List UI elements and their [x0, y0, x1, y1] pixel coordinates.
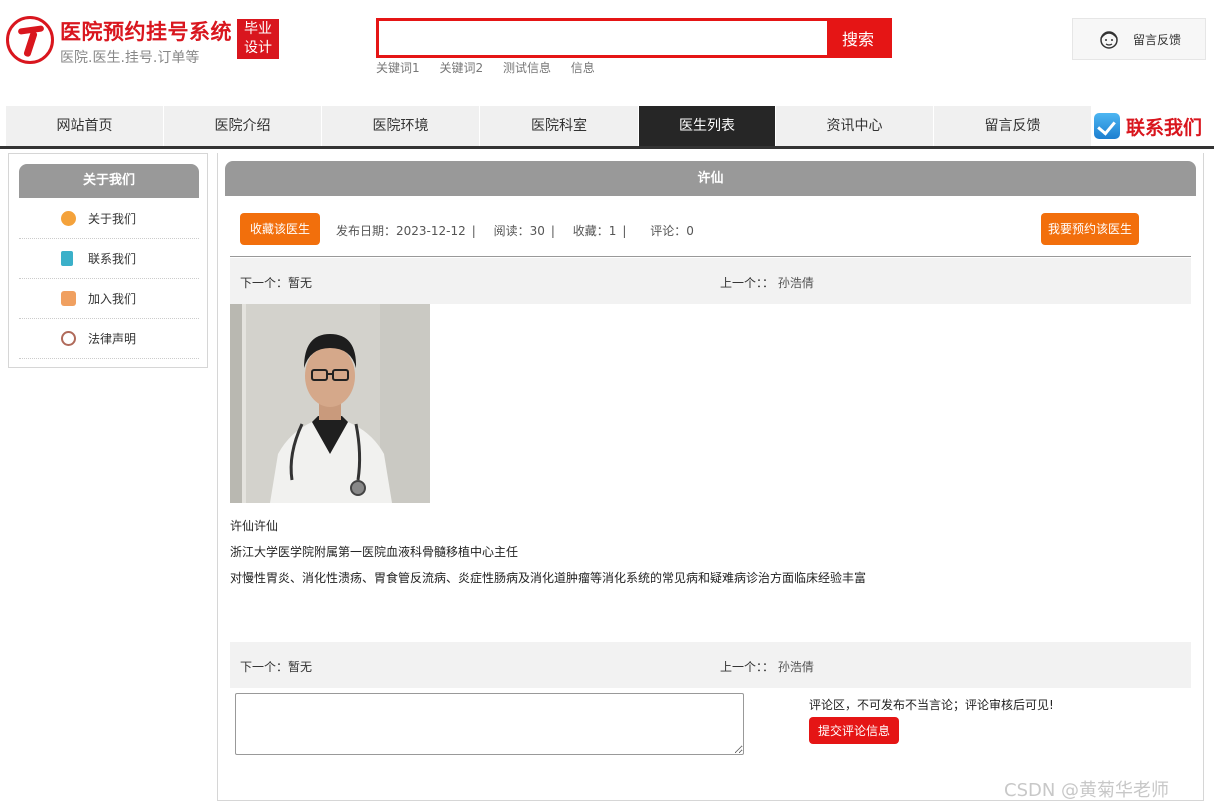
doctor-title: 许仙	[225, 161, 1196, 196]
favorite-count: 收藏：1	[572, 224, 617, 238]
content-divider	[230, 256, 1191, 257]
meta-separator: |	[550, 224, 555, 238]
prev-next-top: 下一个：暂无 上一个：： 孙浩倩	[230, 258, 1191, 304]
doctor-photo	[230, 304, 430, 503]
keyword-link[interactable]: 测试信息	[503, 61, 551, 75]
keyword-link[interactable]: 关键词1	[376, 61, 420, 75]
favorite-doctor-button[interactable]: 收藏该医生	[240, 213, 321, 245]
comment-count: 评论：0	[650, 224, 694, 238]
nav-departments[interactable]: 医院科室	[480, 106, 639, 146]
nav-news[interactable]: 资讯中心	[776, 106, 934, 146]
publish-date: 发布日期：2023-12-12	[336, 224, 466, 238]
sidebar-item-label: 加入我们	[88, 292, 137, 306]
prev-doctor-name: 孙浩倩	[777, 660, 814, 674]
feedback-button[interactable]: 留言反馈	[1072, 18, 1206, 60]
sidebar-item-label: 法律声明	[88, 332, 137, 346]
doctor-expertise-line: 对慢性胃炎、消化性溃疡、胃食管反流病、炎症性肠病及消化道肿瘤等消化系统的常见病和…	[230, 571, 867, 585]
prev-link[interactable]: 上一个：： 孙浩倩	[720, 658, 814, 675]
badge-line-2: 设计	[244, 40, 272, 56]
doctor-name-line: 许仙许仙	[230, 519, 279, 533]
article-meta: 发布日期：2023-12-12 | 阅读：30 | 收藏：1 | 评论：0	[336, 222, 700, 239]
prev-doctor-name: 孙浩倩	[777, 276, 814, 290]
comment-textarea[interactable]	[235, 693, 744, 755]
keyword-link[interactable]: 关键词2	[439, 61, 483, 75]
doctor-portrait-image	[230, 304, 430, 503]
search-box: 搜索	[376, 18, 892, 58]
keyword-link[interactable]: 信息	[571, 61, 595, 75]
lock-icon	[61, 291, 76, 306]
watermark: CSDN @黄菊华老师	[1004, 780, 1170, 801]
feedback-label: 留言反馈	[1133, 32, 1182, 47]
info-icon	[61, 211, 76, 226]
main-nav: 网站首页 医院介绍 医院环境 医院科室 医生列表 资讯中心 留言反馈	[6, 106, 1214, 146]
next-link[interactable]: 下一个：暂无	[240, 658, 312, 675]
badge-line-1: 毕业	[244, 21, 272, 37]
sidebar-item-contact[interactable]: 联系我们	[19, 239, 199, 279]
next-link[interactable]: 下一个：暂无	[240, 274, 312, 291]
nav-hospital-environment[interactable]: 医院环境	[322, 106, 480, 146]
customer-service-icon	[1100, 31, 1118, 49]
nav-divider	[0, 146, 1214, 149]
site-logo[interactable]: 医院预约挂号系统 医院.医生.挂号.订单等 毕业 设计	[6, 16, 286, 68]
prev-next-bottom: 下一个：暂无 上一个：： 孙浩倩	[230, 642, 1191, 688]
sidebar: 关于我们 关于我们 联系我们 加入我们 法律声明	[8, 153, 208, 368]
nav-doctor-list[interactable]: 医生列表	[639, 106, 776, 146]
sidebar-item-about[interactable]: 关于我们	[19, 199, 199, 239]
sidebar-item-label: 联系我们	[88, 252, 137, 266]
logo-mark-icon	[6, 16, 54, 64]
search-input[interactable]	[379, 21, 831, 55]
check-icon	[1094, 113, 1120, 139]
power-icon	[61, 331, 76, 346]
sidebar-item-join[interactable]: 加入我们	[19, 279, 199, 319]
graduation-badge: 毕业 设计	[237, 19, 279, 59]
meta-separator: |	[471, 224, 476, 238]
doctor-position-line: 浙江大学医学院附属第一医院血液科骨髓移植中心主任	[230, 545, 519, 559]
hot-keywords: 关键词1 关键词2 测试信息 信息	[376, 59, 611, 76]
book-doctor-button[interactable]: 我要预约该医生	[1041, 213, 1140, 245]
read-count: 阅读：30	[493, 224, 545, 238]
clipboard-icon	[61, 251, 73, 266]
meta-separator: |	[622, 224, 627, 238]
prev-link[interactable]: 上一个：： 孙浩倩	[720, 274, 814, 291]
submit-comment-button[interactable]: 提交评论信息	[809, 717, 900, 744]
site-title: 医院预约挂号系统	[60, 20, 232, 44]
search-button[interactable]: 搜索	[827, 18, 889, 58]
prev-label: 上一个：：	[720, 276, 775, 290]
sidebar-item-label: 关于我们	[88, 212, 137, 226]
nav-home[interactable]: 网站首页	[6, 106, 164, 146]
contact-label: 联系我们	[1126, 116, 1203, 139]
sidebar-title: 关于我们	[19, 164, 199, 198]
sidebar-item-legal[interactable]: 法律声明	[19, 319, 199, 359]
nav-contact-us[interactable]: 联系我们	[1094, 112, 1202, 140]
nav-hospital-intro[interactable]: 医院介绍	[164, 106, 322, 146]
nav-feedback[interactable]: 留言反馈	[934, 106, 1092, 146]
site-subtitle: 医院.医生.挂号.订单等	[60, 50, 200, 66]
comment-note: 评论区，不可发布不当言论；评论审核后可见!	[809, 698, 1054, 712]
prev-label: 上一个：：	[720, 660, 775, 674]
